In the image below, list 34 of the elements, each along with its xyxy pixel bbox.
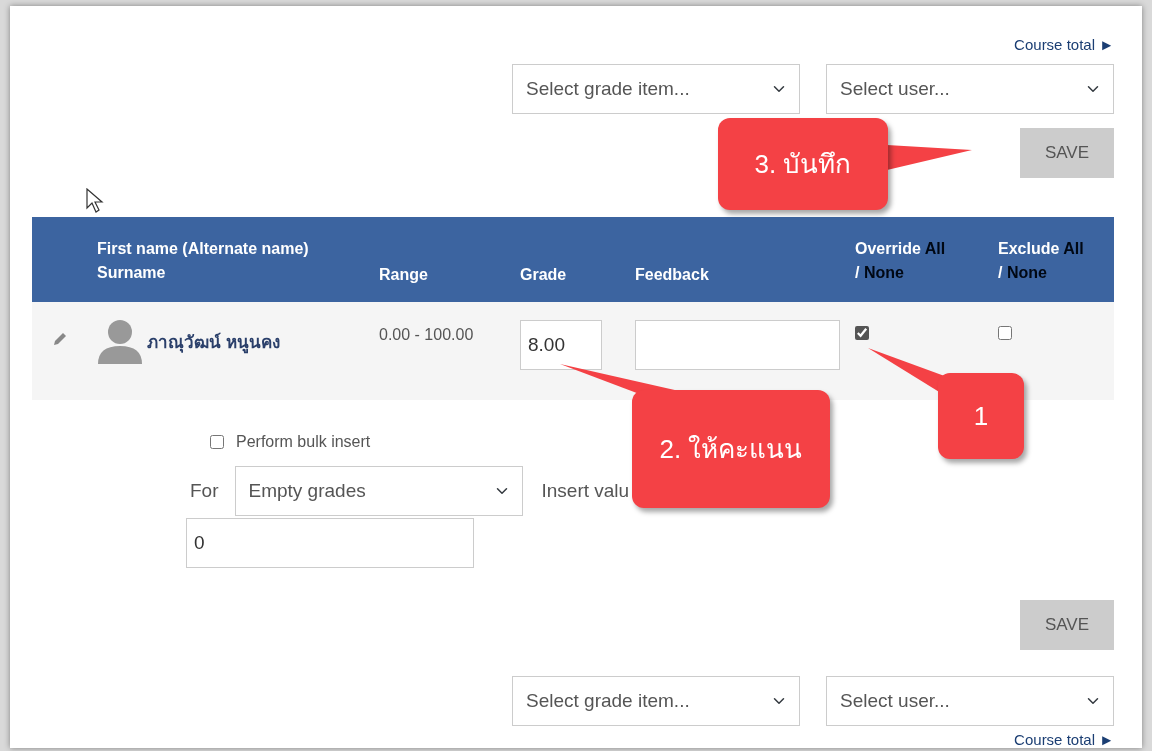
grade-input[interactable]: 8.00 [520, 320, 602, 370]
save-button[interactable]: SAVE [1020, 128, 1114, 178]
edit-icon[interactable] [52, 330, 68, 347]
course-total-link[interactable]: Course total ► [1014, 34, 1114, 64]
callout-bubble: 1 [938, 373, 1024, 459]
separator: / [998, 264, 1003, 281]
checkbox[interactable] [998, 326, 1012, 340]
grade-range: 0.00 - 100.00 [379, 326, 474, 343]
select-dropdown[interactable]: Select grade item... [512, 676, 800, 726]
insert-value-input[interactable]: 0 [186, 518, 474, 568]
avatar-icon [97, 318, 143, 364]
feedback-input[interactable] [635, 320, 840, 370]
select-dropdown[interactable]: Select user... [826, 676, 1114, 726]
column-header[interactable]: Surname [97, 261, 379, 285]
column-header: Range [379, 266, 428, 283]
for-label: For [190, 478, 219, 503]
column-header: Grade [520, 266, 567, 283]
select-dropdown[interactable]: Select user... [826, 64, 1114, 114]
column-header: Exclude [998, 240, 1060, 257]
insert-value-label: Insert valu [541, 478, 630, 503]
course-total-link[interactable]: Course total ► [1014, 729, 1114, 751]
save-button[interactable]: SAVE [1020, 600, 1114, 650]
bulk-insert-label: Perform bulk insert [236, 432, 371, 452]
student-name[interactable]: ภาณุวัฒน์ หนูนคง [147, 330, 280, 356]
column-header: Feedback [635, 266, 709, 283]
checkbox[interactable] [855, 326, 869, 340]
column-header[interactable]: First name (Alternate name) [97, 237, 379, 261]
select-dropdown[interactable]: Select grade item... [512, 64, 800, 114]
checkbox[interactable] [210, 435, 224, 449]
callout-bubble: 3. บันทึก [718, 118, 888, 210]
separator: / [855, 264, 860, 281]
cursor-icon [86, 188, 104, 214]
for-dropdown[interactable]: Empty grades [234, 466, 523, 516]
column-header: Override [855, 240, 921, 257]
